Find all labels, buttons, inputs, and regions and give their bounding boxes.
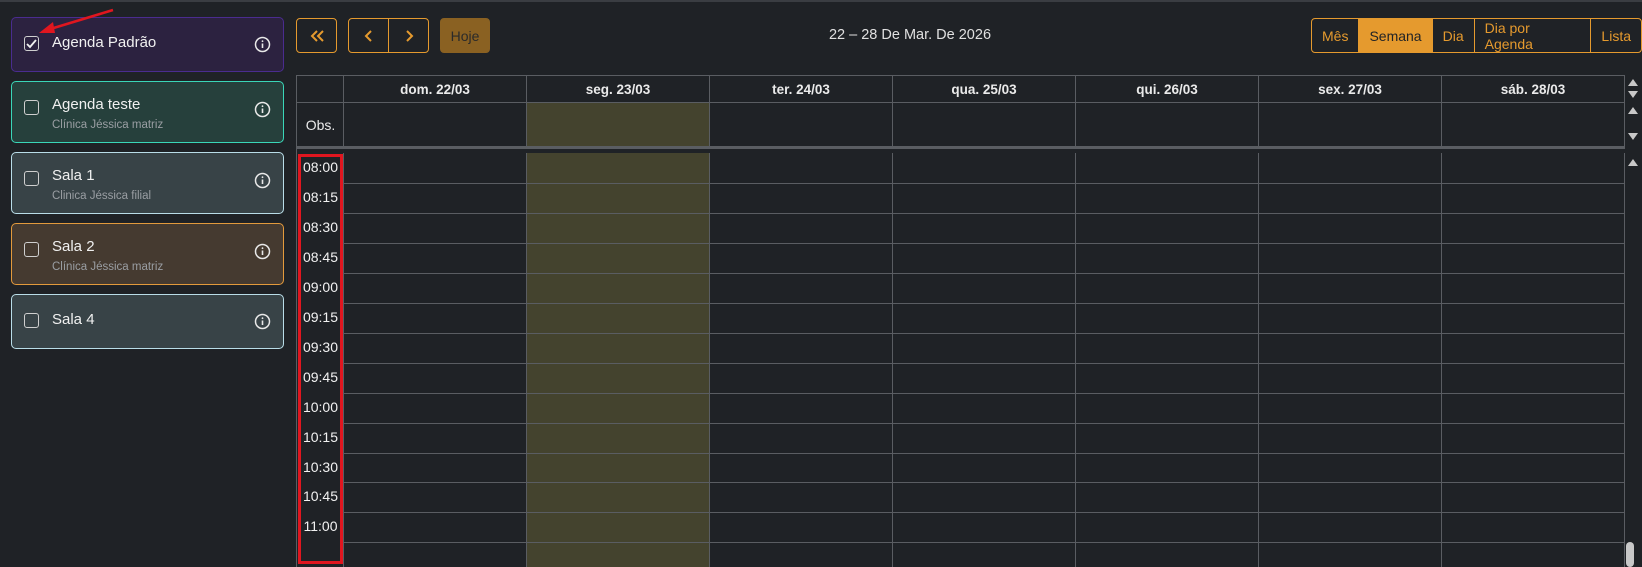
date-range-title: 22 – 28 De Mar. De 2026	[828, 27, 992, 43]
slot-divider	[344, 182, 1625, 184]
next-week-button[interactable]	[388, 18, 429, 53]
scroll-up-icon[interactable]	[1628, 79, 1638, 86]
day-header[interactable]: seg. 23/03	[527, 76, 710, 103]
agenda-checkbox[interactable]	[24, 100, 39, 115]
today-button[interactable]: Hoje	[440, 18, 490, 53]
agenda-checkbox[interactable]	[24, 36, 39, 51]
day-column[interactable]	[710, 153, 893, 567]
agenda-name: Sala 1	[52, 167, 95, 184]
slot-divider	[344, 542, 1625, 544]
slot-divider	[344, 482, 1625, 484]
view-button[interactable]: Lista	[1591, 19, 1641, 52]
day-header[interactable]: sáb. 28/03	[1442, 76, 1625, 103]
top-divider	[0, 0, 1642, 2]
slot-divider	[344, 212, 1625, 214]
view-switcher: Mês Semana Dia Dia por Agenda Lista	[1311, 18, 1642, 53]
slot-divider	[344, 302, 1625, 304]
agenda-subtitle: Clínica Jéssica matriz	[52, 261, 164, 273]
time-column-header	[297, 76, 344, 103]
day-header[interactable]: ter. 24/03	[710, 76, 893, 103]
grid-scrollbar[interactable]	[1624, 155, 1642, 567]
header-scrollbar[interactable]	[1624, 75, 1642, 103]
chevron-left-icon	[364, 29, 372, 42]
obs-day-cell[interactable]	[1442, 103, 1625, 146]
day-column[interactable]	[344, 153, 527, 567]
obs-row: Obs.	[297, 103, 1625, 149]
scrollbar-thumb[interactable]	[1626, 542, 1634, 567]
view-button[interactable]: Semana	[1359, 19, 1433, 52]
agenda-name: Sala 2	[52, 238, 95, 255]
day-header[interactable]: dom. 22/03	[344, 76, 527, 103]
slot-divider	[344, 272, 1625, 274]
slot-divider	[344, 512, 1625, 514]
day-header[interactable]: qua. 25/03	[893, 76, 1076, 103]
slot-divider	[344, 332, 1625, 334]
agenda-subtitle: Clinica Jéssica filial	[52, 190, 152, 202]
agenda-card[interactable]: Sala 4	[11, 294, 284, 349]
view-button[interactable]: Dia	[1433, 19, 1475, 52]
agenda-sidebar: Agenda Padrão Agenda teste Clínica Jéssica…	[11, 17, 284, 358]
slot-divider	[344, 392, 1625, 394]
scroll-down-icon[interactable]	[1628, 133, 1638, 140]
info-icon[interactable]	[254, 101, 271, 118]
view-button[interactable]: Mês	[1312, 19, 1360, 52]
slot-divider	[344, 242, 1625, 244]
chevron-right-icon	[405, 29, 413, 42]
agenda-subtitle: Clínica Jéssica matriz	[52, 119, 164, 131]
agenda-name: Sala 4	[52, 311, 95, 328]
agenda-checkbox[interactable]	[24, 242, 39, 257]
day-header[interactable]: sex. 27/03	[1259, 76, 1442, 103]
obs-day-cell[interactable]	[710, 103, 893, 146]
time-grid: 08:00 08:15 08:30 08:45 09:00 09:15 09:30 09:45…	[297, 153, 1625, 567]
agenda-card[interactable]: Sala 1 Clinica Jéssica filial	[11, 152, 284, 214]
annotation-highlight-box	[298, 154, 343, 564]
double-chevron-left-icon	[310, 29, 324, 42]
day-header[interactable]: qui. 26/03	[1076, 76, 1259, 103]
agenda-name: Agenda teste	[52, 96, 141, 113]
info-icon[interactable]	[254, 313, 271, 330]
obs-day-cell[interactable]	[1259, 103, 1442, 146]
agenda-checkbox[interactable]	[24, 171, 39, 186]
annotation-arrow	[39, 8, 114, 33]
slot-divider	[344, 422, 1625, 424]
slot-divider	[344, 452, 1625, 454]
agenda-card[interactable]: Sala 2 Clínica Jéssica matriz	[11, 223, 284, 285]
day-column[interactable]	[1076, 153, 1259, 567]
info-icon[interactable]	[254, 243, 271, 260]
info-icon[interactable]	[254, 36, 271, 53]
scroll-up-icon[interactable]	[1628, 159, 1638, 166]
day-column[interactable]	[1259, 153, 1442, 567]
obs-label-cell	[297, 103, 344, 146]
prev-week-button[interactable]	[348, 18, 389, 53]
scroll-up-icon[interactable]	[1628, 107, 1638, 114]
obs-day-cell[interactable]	[344, 103, 527, 146]
agenda-checkbox[interactable]	[24, 313, 39, 328]
scroll-down-icon[interactable]	[1628, 91, 1638, 98]
week-calendar: dom. 22/03 seg. 23/03 ter. 24/03 qua. 25/03…	[296, 75, 1625, 567]
view-button[interactable]: Dia por Agenda	[1475, 19, 1592, 52]
first-page-button[interactable]	[296, 18, 337, 53]
obs-day-cell[interactable]	[1076, 103, 1259, 146]
info-icon[interactable]	[254, 172, 271, 189]
slot-divider	[344, 362, 1625, 364]
day-column[interactable]	[1442, 153, 1625, 567]
day-column[interactable]	[527, 153, 710, 567]
checkmark-icon	[26, 39, 37, 49]
obs-scrollbar[interactable]	[1624, 103, 1642, 149]
obs-day-cell[interactable]	[893, 103, 1076, 146]
obs-day-cell[interactable]	[527, 103, 710, 146]
agenda-card[interactable]: Agenda teste Clínica Jéssica matriz	[11, 81, 284, 143]
day-column[interactable]	[893, 153, 1076, 567]
day-header-row: dom. 22/03 seg. 23/03 ter. 24/03 qua. 25/03…	[297, 75, 1625, 103]
